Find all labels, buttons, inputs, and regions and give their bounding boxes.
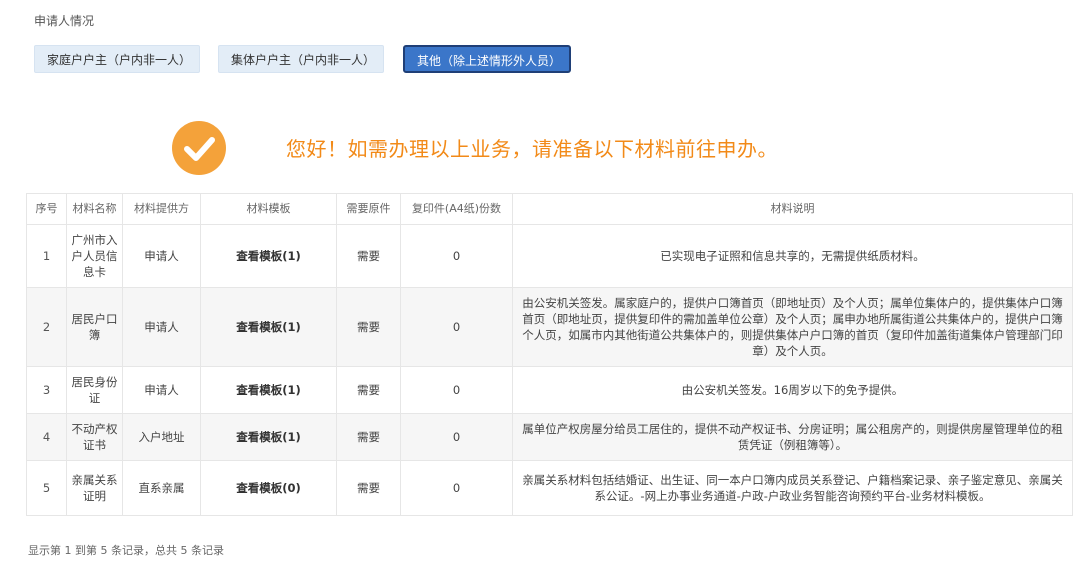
pagination-info: 显示第 1 到第 5 条记录，总共 5 条记录 — [28, 544, 224, 557]
row-copies: 0 — [400, 413, 513, 461]
row-index: 3 — [26, 366, 67, 414]
row-material-name: 亲属关系证明 — [66, 460, 123, 516]
row-description: 由公安机关签发。属家庭户的，提供户口簿首页（即地址页）及个人页；属单位集体户的，… — [512, 287, 1073, 367]
applicant-type-other-button[interactable]: 其他（除上述情形外人员） — [403, 45, 571, 73]
row-provider: 直系亲属 — [122, 460, 201, 516]
row-original-required: 需要 — [336, 413, 401, 461]
row-material-name: 不动产权证书 — [66, 413, 123, 461]
view-template-link[interactable]: 查看模板(1) — [200, 287, 337, 367]
view-template-link[interactable]: 查看模板(1) — [200, 224, 337, 288]
table-row: 4 不动产权证书 入户地址 查看模板(1) 需要 0 属单位产权房屋分给员工居住… — [26, 413, 1073, 461]
row-index: 2 — [26, 287, 67, 367]
row-original-required: 需要 — [336, 224, 401, 288]
header-original: 需要原件 — [336, 193, 401, 225]
header-description: 材料说明 — [512, 193, 1073, 225]
table-header-row: 序号 材料名称 材料提供方 材料模板 需要原件 复印件(A4纸)份数 材料说明 — [26, 193, 1073, 225]
notice-message: 您好！如需办理以上业务，请准备以下材料前往申办。 — [286, 137, 778, 161]
materials-table: 序号 材料名称 材料提供方 材料模板 需要原件 复印件(A4纸)份数 材料说明 … — [26, 193, 1073, 516]
header-index: 序号 — [26, 193, 67, 225]
view-template-link[interactable]: 查看模板(0) — [200, 460, 337, 516]
row-index: 1 — [26, 224, 67, 288]
table-row: 5 亲属关系证明 直系亲属 查看模板(0) 需要 0 亲属关系材料包括结婚证、出… — [26, 460, 1073, 516]
view-template-link[interactable]: 查看模板(1) — [200, 413, 337, 461]
row-original-required: 需要 — [336, 366, 401, 414]
row-copies: 0 — [400, 224, 513, 288]
row-description: 属单位产权房屋分给员工居住的，提供不动产权证书、分房证明；属公租房产的，则提供房… — [512, 413, 1073, 461]
table-row: 2 居民户口簿 申请人 查看模板(1) 需要 0 由公安机关签发。属家庭户的，提… — [26, 287, 1073, 367]
row-material-name: 居民身份证 — [66, 366, 123, 414]
section-label: 申请人情况 — [34, 14, 95, 28]
row-original-required: 需要 — [336, 287, 401, 367]
row-description: 由公安机关签发。16周岁以下的免予提供。 — [512, 366, 1073, 414]
table-row: 1 广州市入户人员信息卡 申请人 查看模板(1) 需要 0 已实现电子证照和信息… — [26, 224, 1073, 288]
row-copies: 0 — [400, 366, 513, 414]
row-copies: 0 — [400, 287, 513, 367]
header-copies: 复印件(A4纸)份数 — [400, 193, 513, 225]
row-provider: 申请人 — [122, 366, 201, 414]
row-index: 5 — [26, 460, 67, 516]
table-row: 3 居民身份证 申请人 查看模板(1) 需要 0 由公安机关签发。16周岁以下的… — [26, 366, 1073, 414]
row-original-required: 需要 — [336, 460, 401, 516]
row-material-name: 广州市入户人员信息卡 — [66, 224, 123, 288]
row-description: 亲属关系材料包括结婚证、出生证、同一本户口簿内成员关系登记、户籍档案记录、亲子鉴… — [512, 460, 1073, 516]
row-copies: 0 — [400, 460, 513, 516]
row-description: 已实现电子证照和信息共享的，无需提供纸质材料。 — [512, 224, 1073, 288]
row-index: 4 — [26, 413, 67, 461]
row-provider: 申请人 — [122, 287, 201, 367]
applicant-type-family-head-button[interactable]: 家庭户户主（户内非一人） — [34, 45, 200, 73]
applicant-type-collective-head-button[interactable]: 集体户户主（户内非一人） — [218, 45, 384, 73]
row-material-name: 居民户口簿 — [66, 287, 123, 367]
header-provider: 材料提供方 — [122, 193, 201, 225]
row-provider: 申请人 — [122, 224, 201, 288]
header-template: 材料模板 — [200, 193, 337, 225]
view-template-link[interactable]: 查看模板(1) — [200, 366, 337, 414]
row-provider: 入户地址 — [122, 413, 201, 461]
header-name: 材料名称 — [66, 193, 123, 225]
check-circle-icon — [172, 121, 226, 175]
